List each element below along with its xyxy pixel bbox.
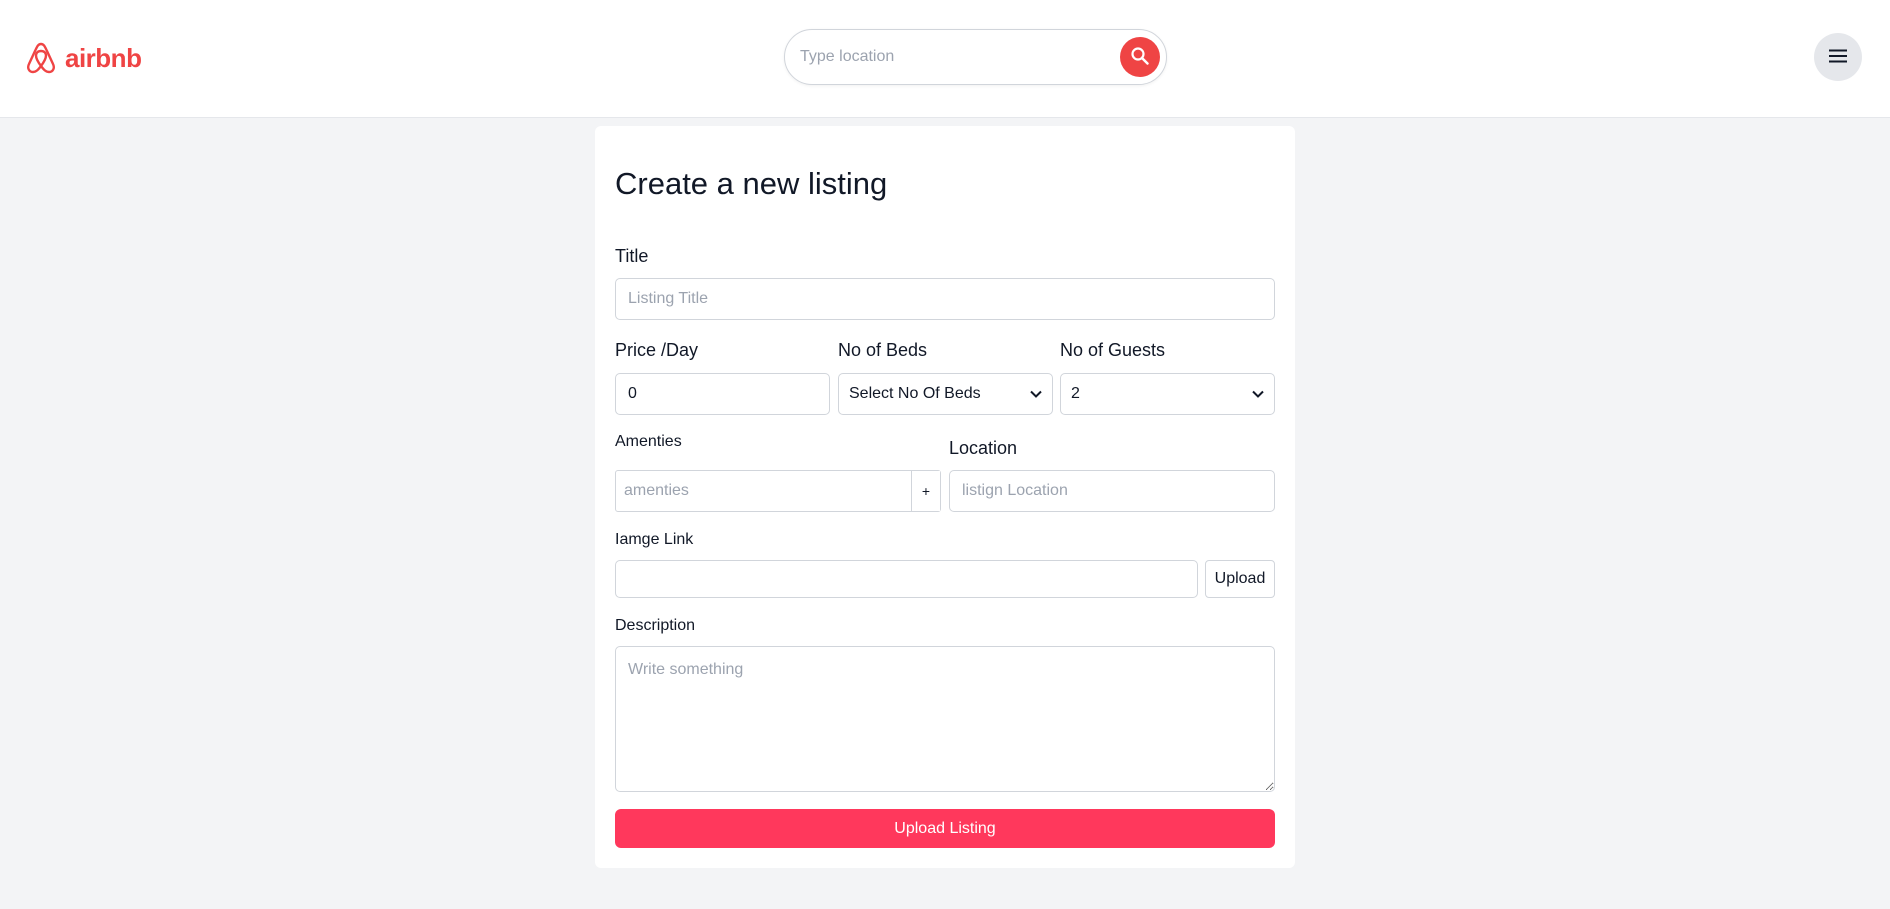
amenities-input[interactable]: [616, 471, 911, 511]
price-input[interactable]: [615, 373, 830, 415]
description-label: Description: [615, 617, 696, 634]
top-navbar: airbnb: [0, 0, 1890, 118]
add-amenity-button[interactable]: +: [911, 471, 940, 511]
chevron-down-icon: [1030, 385, 1042, 403]
price-label: Price /Day: [615, 340, 699, 360]
image-link-input[interactable]: [615, 560, 1198, 598]
brand-name: airbnb: [65, 42, 142, 73]
listing-title-input[interactable]: [615, 278, 1275, 320]
location-label: Location: [949, 438, 1018, 458]
menu-button[interactable]: [1814, 33, 1862, 81]
amenities-label: Amenties: [615, 433, 682, 450]
title-label: Title: [615, 246, 649, 266]
amenities-input-group: +: [615, 470, 941, 512]
guests-select-value: 2: [1071, 385, 1080, 402]
search-icon: [1130, 46, 1150, 69]
guests-label: No of Guests: [1060, 340, 1166, 360]
image-upload-button[interactable]: Upload: [1205, 560, 1275, 598]
beds-select-value: Select No Of Beds: [849, 385, 981, 402]
beds-select[interactable]: Select No Of Beds: [838, 373, 1053, 415]
beds-label: No of Beds: [838, 340, 928, 360]
airbnb-logo-icon: [25, 40, 57, 76]
image-link-label: Iamge Link: [615, 531, 694, 548]
location-search-bar: [784, 29, 1167, 85]
guests-select[interactable]: 2: [1060, 373, 1275, 415]
description-textarea[interactable]: [615, 646, 1275, 792]
search-input[interactable]: [800, 39, 1100, 75]
upload-listing-button[interactable]: Upload Listing: [615, 809, 1275, 848]
search-button[interactable]: [1120, 37, 1160, 77]
create-listing-card: Create a new listing Title Price /Day No…: [595, 126, 1295, 868]
chevron-down-icon: [1252, 385, 1264, 403]
location-input[interactable]: [949, 470, 1275, 512]
hamburger-menu-icon: [1828, 48, 1848, 67]
brand-logo-link[interactable]: airbnb: [25, 38, 142, 78]
page-title: Create a new listing: [615, 166, 888, 201]
